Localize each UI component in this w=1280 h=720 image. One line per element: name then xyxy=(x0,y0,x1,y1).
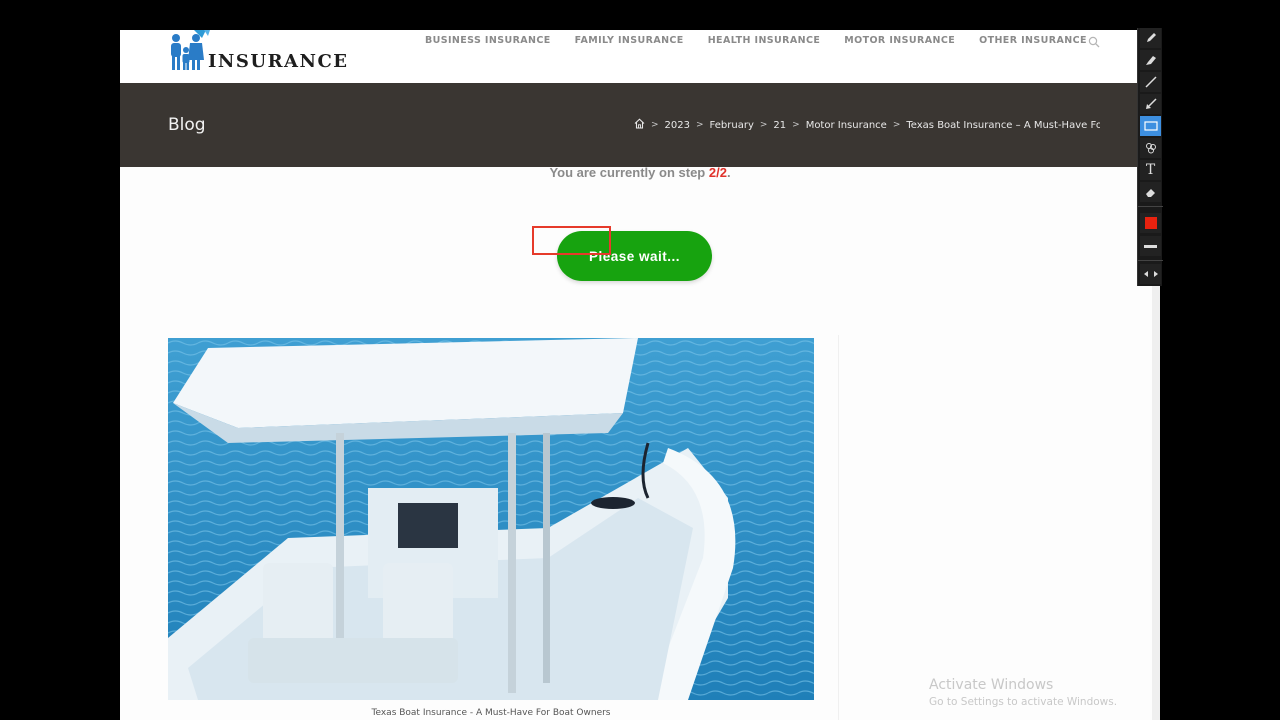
breadcrumb-year[interactable]: 2023 xyxy=(665,120,690,131)
activate-windows-watermark: Activate Windows Go to Settings to activ… xyxy=(929,677,1117,708)
step-suffix: . xyxy=(726,165,731,180)
search-icon[interactable] xyxy=(1088,35,1102,49)
toolbar-divider xyxy=(1138,206,1163,207)
home-icon[interactable] xyxy=(634,118,645,132)
page-title: Blog xyxy=(168,115,206,135)
nav-health-insurance[interactable]: HEALTH INSURANCE xyxy=(708,35,821,46)
breadcrumb-category[interactable]: Motor Insurance xyxy=(806,120,887,131)
site-logo[interactable]: INSURANCE xyxy=(168,30,349,72)
image-caption: Texas Boat Insurance - A Must-Have For B… xyxy=(371,708,611,718)
sidebar-divider xyxy=(838,335,839,720)
step-indicator: You are currently on step 2/2. xyxy=(120,165,1160,180)
breadcrumb-day[interactable]: 21 xyxy=(773,120,786,131)
text-tool-icon[interactable]: T xyxy=(1140,160,1161,180)
eraser-icon[interactable] xyxy=(1140,182,1161,202)
family-umbrella-icon xyxy=(168,30,210,72)
nav-other-insurance[interactable]: OTHER INSURANCE xyxy=(979,35,1087,46)
shapes-icon[interactable] xyxy=(1140,138,1161,158)
pencil-icon[interactable] xyxy=(1140,28,1161,48)
breadcrumb-separator: > xyxy=(792,120,800,130)
annotation-rectangle xyxy=(532,226,611,255)
scrollbar-track[interactable] xyxy=(1152,280,1160,720)
nav-business-insurance[interactable]: BUSINESS INSURANCE xyxy=(425,35,551,46)
breadcrumb-current: Texas Boat Insurance – A Must-Have For B… xyxy=(906,119,1100,131)
arrow-icon[interactable] xyxy=(1140,94,1161,114)
page-title-bar: Blog > 2023 > February > 21 > Motor Insu… xyxy=(120,83,1160,167)
line-width-icon[interactable] xyxy=(1140,236,1161,256)
browser-page: INSURANCE BUSINESS INSURANCE FAMILY INSU… xyxy=(120,30,1160,720)
activate-windows-subtitle: Go to Settings to activate Windows. xyxy=(929,696,1118,708)
move-toolbar-icon[interactable] xyxy=(1140,264,1161,284)
featured-image xyxy=(168,338,814,700)
activate-windows-title: Activate Windows xyxy=(929,677,1054,693)
line-icon[interactable] xyxy=(1140,72,1161,92)
annotation-toolbar: T xyxy=(1137,28,1163,286)
breadcrumb-separator: > xyxy=(696,120,704,130)
breadcrumb-separator: > xyxy=(759,120,768,130)
text-tool-label: T xyxy=(1145,162,1156,178)
site-header: INSURANCE BUSINESS INSURANCE FAMILY INSU… xyxy=(120,30,1160,83)
marker-icon[interactable] xyxy=(1140,50,1161,70)
breadcrumb-month[interactable]: February xyxy=(710,120,754,131)
breadcrumb-separator: > xyxy=(892,120,901,130)
logo-text: INSURANCE xyxy=(208,51,349,72)
step-number: 2/2 xyxy=(708,165,727,180)
breadcrumb-separator: > xyxy=(651,120,659,130)
main-nav: BUSINESS INSURANCE FAMILY INSURANCE HEAL… xyxy=(425,35,1111,46)
nav-motor-insurance[interactable]: MOTOR INSURANCE xyxy=(844,35,955,46)
rectangle-icon[interactable] xyxy=(1140,116,1161,136)
nav-family-insurance[interactable]: FAMILY INSURANCE xyxy=(575,35,684,46)
color-picker-red[interactable] xyxy=(1140,213,1161,233)
toolbar-divider xyxy=(1138,260,1163,261)
step-prefix: You are currently on step xyxy=(549,165,709,180)
breadcrumb: > 2023 > February > 21 > Motor Insurance… xyxy=(634,118,1100,132)
